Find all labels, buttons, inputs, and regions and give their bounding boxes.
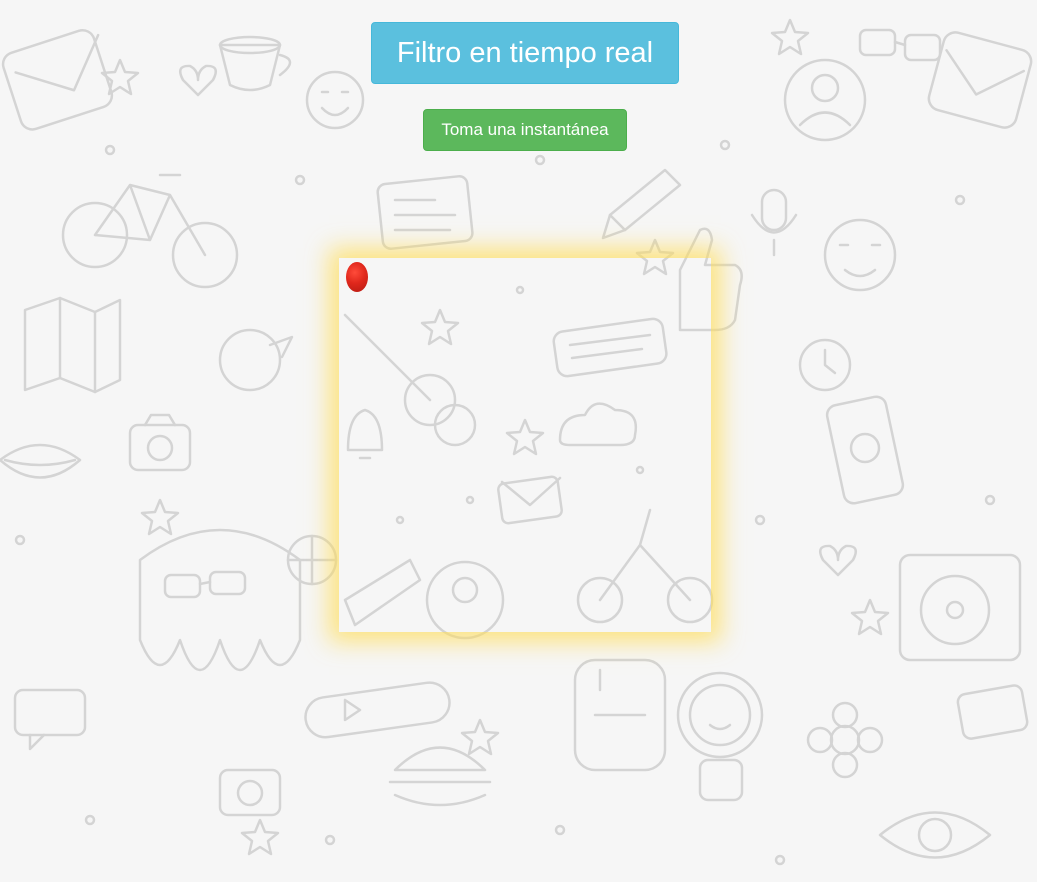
- lips-icon: [0, 443, 82, 479]
- phone-icon: [825, 395, 905, 505]
- title-button[interactable]: Filtro en tiempo real: [371, 22, 679, 84]
- bicycle-icon: [61, 173, 239, 289]
- newspaper-icon: [376, 175, 474, 250]
- turntable-icon: [898, 553, 1022, 662]
- astronaut-icon: [676, 671, 764, 802]
- bird-icon: [218, 328, 294, 392]
- octopus-icon: [138, 528, 302, 672]
- burger-icon: [388, 746, 492, 807]
- sunglasses-icon: [163, 570, 247, 599]
- cup-icon: [218, 35, 292, 92]
- pencil-icon: [601, 168, 682, 240]
- face-icon: [823, 218, 897, 292]
- ball-icon: [286, 534, 338, 586]
- map-icon: [23, 296, 122, 394]
- chat-bubble-icon: [13, 688, 87, 751]
- clock-icon: [798, 338, 852, 392]
- eye-icon: [878, 811, 992, 859]
- speech-bubble-icon: [956, 684, 1029, 740]
- envelope-icon: [1, 28, 114, 131]
- avatar-doodle-icon: [783, 58, 867, 142]
- backpack-icon: [573, 658, 667, 772]
- microphone-icon: [750, 188, 798, 257]
- flower-icon: [806, 701, 884, 779]
- glasses-icon: [858, 28, 942, 62]
- video-preview: [339, 258, 711, 632]
- page: Filtro en tiempo real Toma una instantán…: [0, 0, 1037, 882]
- envelope-icon-2: [927, 31, 1033, 129]
- camera-icon-2: [218, 768, 282, 817]
- camera-icon: [128, 413, 192, 472]
- snapshot-button[interactable]: Toma una instantánea: [423, 109, 627, 151]
- red-dot-marker: [346, 262, 368, 292]
- smiley-icon: [305, 70, 365, 130]
- audio-bar-icon: [304, 681, 451, 739]
